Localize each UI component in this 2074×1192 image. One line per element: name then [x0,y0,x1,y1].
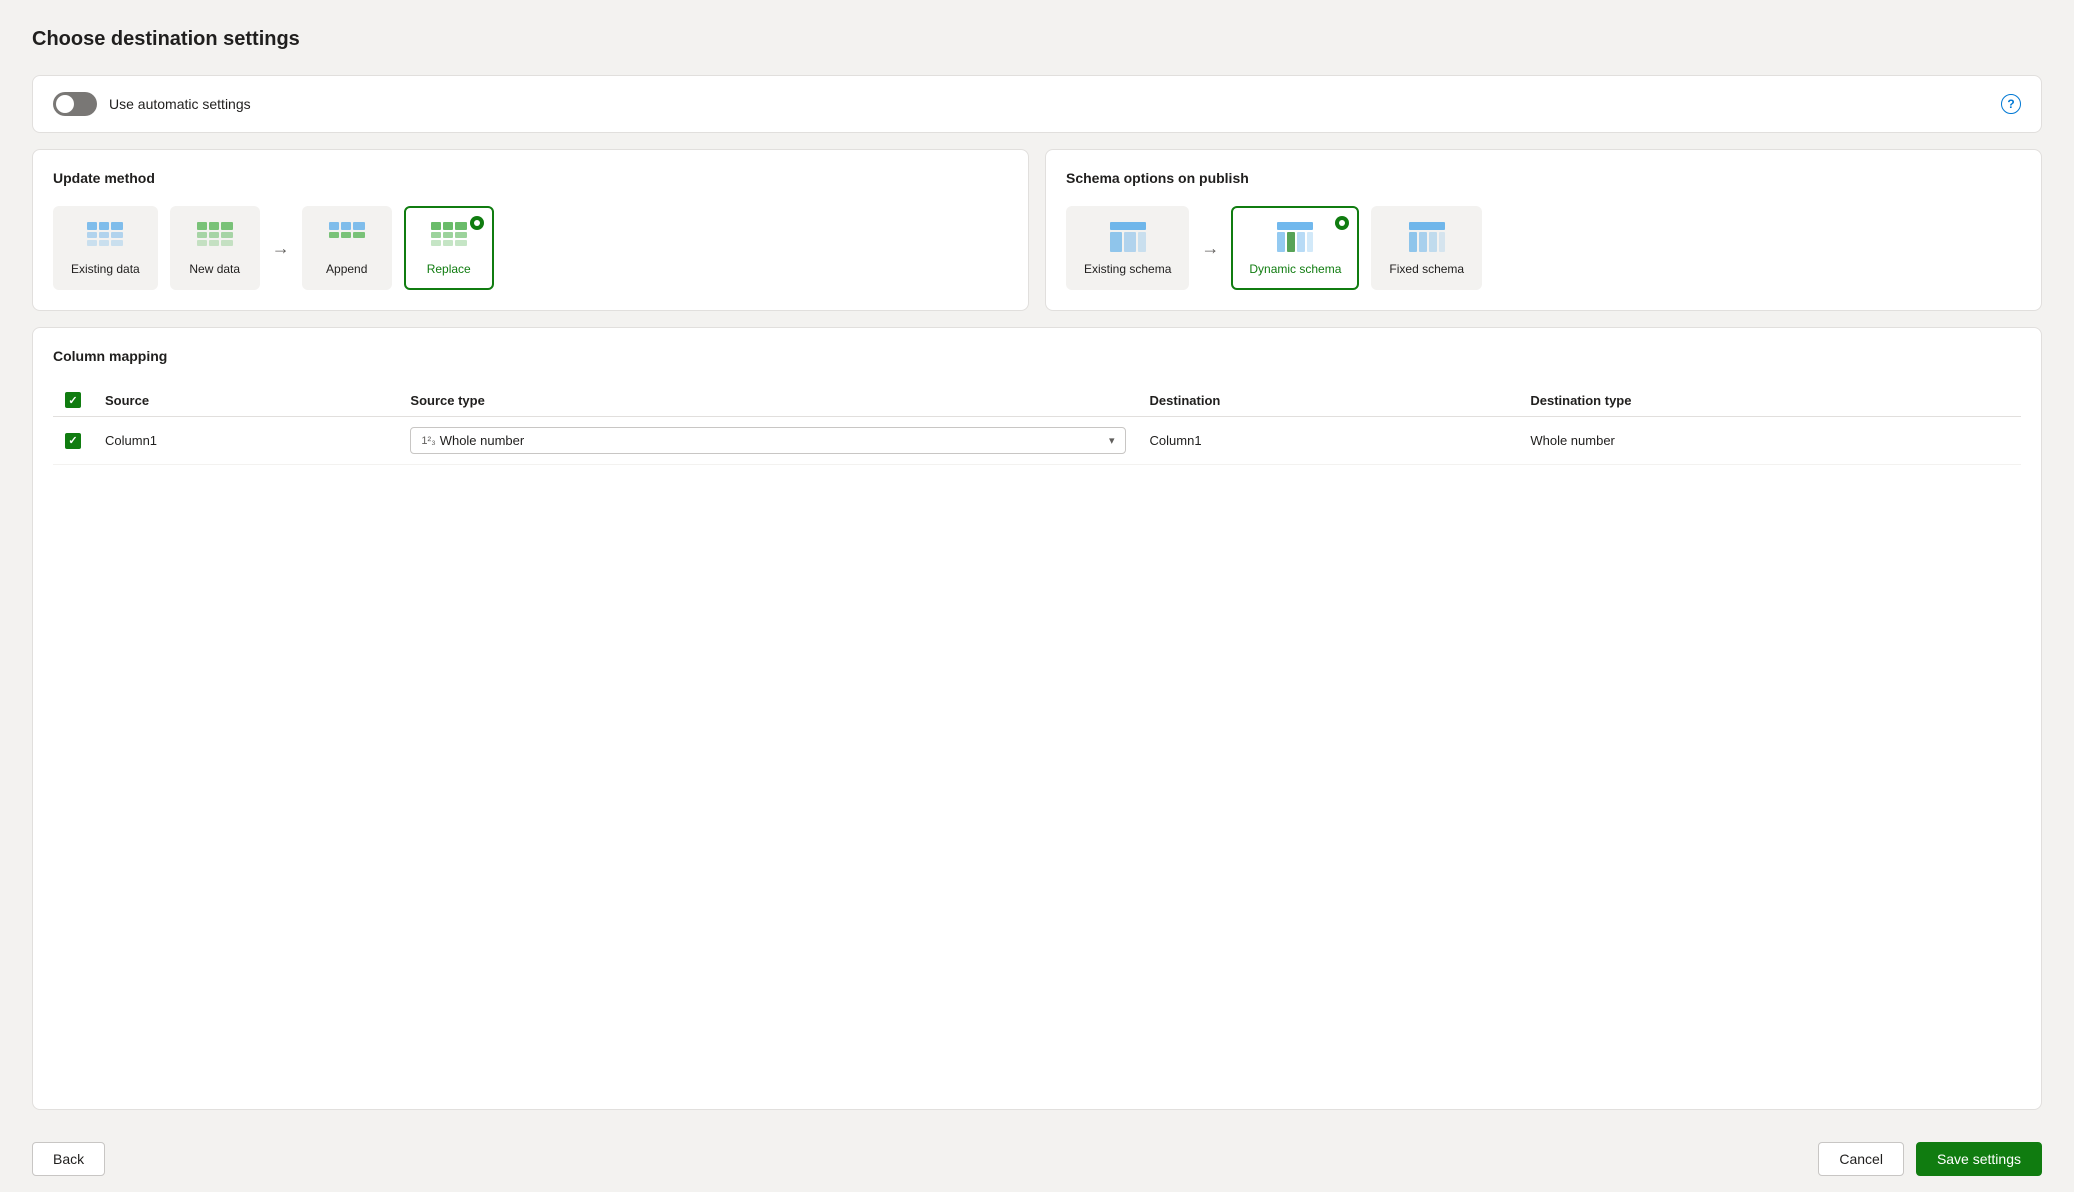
update-method-options: Existing data New data → [53,206,1008,290]
new-data-label: New data [189,262,240,276]
row-1-destination: Column1 [1138,417,1519,465]
two-col-section: Update method Existing data [32,149,2042,311]
bottom-bar: Back Cancel Save settings [32,1126,2042,1192]
new-data-icon [195,220,235,254]
table-header-row: Source Source type Destination Destinati… [53,384,2021,417]
existing-data-icon [85,220,125,254]
option-replace[interactable]: Replace [404,206,494,290]
dropdown-label: 1²₃ Whole number [421,433,524,448]
auto-settings-label: Use automatic settings [109,96,251,112]
bottom-right-buttons: Cancel Save settings [1818,1142,2042,1176]
option-new-data[interactable]: New data [170,206,260,290]
update-method-card: Update method Existing data [32,149,1029,311]
row-1-source-type-dropdown[interactable]: 1²₃ Whole number ▾ [410,427,1125,454]
cancel-button[interactable]: Cancel [1818,1142,1904,1176]
option-existing-data[interactable]: Existing data [53,206,158,290]
source-type-text: Whole number [440,433,525,448]
col-source-type-header: Source type [398,384,1137,417]
append-icon [327,220,367,254]
col-destination-header: Destination [1138,384,1519,417]
method-arrow: → [272,238,290,259]
col-source-header: Source [93,384,398,417]
existing-data-label: Existing data [71,262,140,276]
fixed-schema-label: Fixed schema [1389,262,1464,276]
page-title: Choose destination settings [32,28,2042,51]
update-method-title: Update method [53,170,1008,186]
schema-options-title: Schema options on publish [1066,170,2021,186]
replace-label: Replace [427,262,471,276]
back-button[interactable]: Back [32,1142,105,1176]
schema-arrow: → [1201,238,1219,259]
whole-number-icon: 1²₃ [421,435,435,447]
auto-settings-toggle[interactable] [53,92,97,116]
replace-selected-dot [470,216,484,230]
option-dynamic-schema[interactable]: Dynamic schema [1231,206,1359,290]
existing-schema-label: Existing schema [1084,262,1171,276]
save-settings-button[interactable]: Save settings [1916,1142,2042,1176]
schema-options-card: Schema options on publish Existing schem… [1045,149,2042,311]
col-check-header [53,384,93,417]
dropdown-caret-icon: ▾ [1109,434,1115,447]
row-checkbox-cell [53,417,93,465]
table-row: Column1 1²₃ Whole number ▾ Column1 Whole… [53,417,2021,465]
row-1-source: Column1 [93,417,398,465]
auto-settings-card: Use automatic settings ? [32,75,2042,133]
header-checkbox[interactable] [65,392,81,408]
dynamic-schema-selected-dot [1335,216,1349,230]
append-label: Append [326,262,367,276]
column-mapping-card: Column mapping Source Source type Destin… [32,327,2042,1110]
column-mapping-table: Source Source type Destination Destinati… [53,384,2021,465]
auto-settings-left: Use automatic settings [53,92,251,116]
toggle-thumb [56,95,74,113]
dynamic-schema-icon [1275,220,1315,254]
dynamic-schema-label: Dynamic schema [1249,262,1341,276]
schema-options-options: Existing schema → Dynamic schema [1066,206,2021,290]
existing-schema-icon [1108,220,1148,254]
help-icon[interactable]: ? [2001,94,2021,114]
row-1-destination-type: Whole number [1518,417,2021,465]
replace-icon [429,220,469,254]
option-fixed-schema[interactable]: Fixed schema [1371,206,1482,290]
toggle-track[interactable] [53,92,97,116]
row-1-source-type-cell: 1²₃ Whole number ▾ [398,417,1137,465]
fixed-schema-icon [1407,220,1447,254]
option-existing-schema[interactable]: Existing schema [1066,206,1189,290]
col-destination-type-header: Destination type [1518,384,2021,417]
option-append[interactable]: Append [302,206,392,290]
column-mapping-title: Column mapping [53,348,2021,364]
row-1-checkbox[interactable] [65,433,81,449]
